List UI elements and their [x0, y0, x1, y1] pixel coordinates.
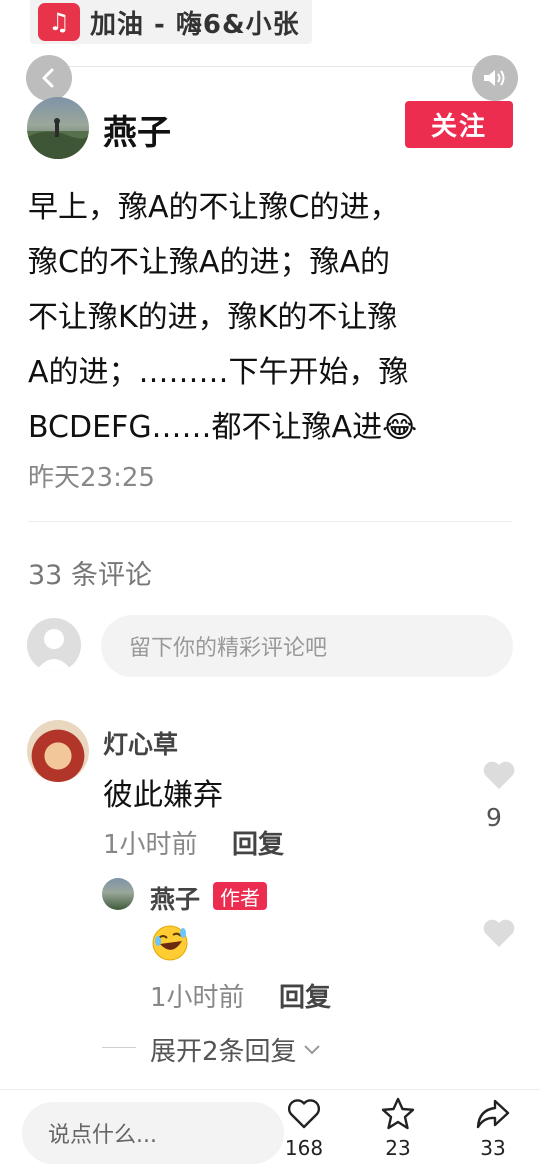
post-line: BCDEFG……都不让豫A进😂 — [28, 410, 418, 445]
music-title: 加油 - 嗨6&小张 — [90, 9, 300, 40]
reply-user-name[interactable]: 燕子 — [150, 880, 200, 916]
comment-reply-button[interactable]: 回复 — [232, 824, 284, 861]
comment-like-count: 9 — [486, 803, 502, 832]
music-note-icon: ♫ — [38, 3, 80, 41]
chevron-left-icon — [42, 68, 54, 88]
sound-button[interactable] — [472, 55, 518, 101]
comment-text: 彼此嫌弃 — [103, 778, 223, 813]
chevron-down-icon — [303, 1044, 320, 1054]
divider — [30, 66, 510, 67]
author-badge: 作者 — [213, 882, 267, 910]
author-avatar[interactable] — [27, 97, 89, 159]
avatar-image — [27, 118, 89, 159]
share-button[interactable]: 33 — [463, 1096, 523, 1160]
star-outline-icon — [381, 1097, 415, 1130]
share-count: 33 — [480, 1136, 506, 1160]
heart-icon[interactable] — [482, 918, 516, 948]
post-text: 早上，豫A的不让豫C的进， 豫C的不让豫A的进；豫A的 不让豫K的进，豫K的不让… — [28, 180, 488, 455]
heart-icon[interactable] — [482, 760, 516, 790]
like-count: 168 — [284, 1136, 324, 1160]
author-name[interactable]: 燕子 — [103, 105, 171, 154]
heart-outline-icon — [287, 1099, 321, 1129]
divider — [28, 521, 512, 522]
comment-time: 1小时前 — [103, 830, 198, 860]
rofl-emoji-icon — [152, 925, 188, 961]
post-line: 豫C的不让豫A的进；豫A的 — [28, 245, 390, 280]
reply-time: 1小时前 — [150, 983, 245, 1013]
comment-count: 33 条评论 — [28, 560, 152, 591]
current-user-avatar — [27, 618, 81, 672]
post-line: 早上，豫A的不让豫C的进， — [28, 190, 400, 225]
commenter-avatar[interactable] — [27, 720, 89, 782]
post-line: 不让豫K的进，豫K的不让豫 — [28, 300, 398, 335]
expand-replies-button[interactable]: 展开2条回复 — [150, 1031, 321, 1068]
reply-avatar[interactable] — [102, 878, 134, 910]
speaker-icon — [484, 70, 505, 86]
expand-label: 展开2条回复 — [150, 1037, 297, 1067]
post-line: A的进；………下午开始，豫 — [28, 355, 409, 390]
commenter-name[interactable]: 灯心草 — [103, 725, 178, 761]
back-button[interactable] — [26, 55, 72, 101]
post-timestamp: 昨天23:25 — [28, 463, 155, 493]
follow-button[interactable]: 关注 — [405, 101, 513, 148]
comment-input[interactable]: 留下你的精彩评论吧 — [101, 615, 513, 677]
music-banner[interactable]: ♫ 加油 - 嗨6&小张 — [30, 0, 312, 44]
divider — [0, 1089, 540, 1090]
share-arrow-icon — [476, 1099, 510, 1129]
favorite-button[interactable]: 23 — [368, 1096, 428, 1160]
expand-divider — [102, 1047, 136, 1048]
like-button[interactable]: 168 — [274, 1096, 334, 1160]
favorite-count: 23 — [385, 1136, 411, 1160]
reply-reply-button[interactable]: 回复 — [279, 977, 331, 1014]
default-avatar-icon — [35, 629, 73, 672]
bottom-comment-input[interactable]: 说点什么... — [22, 1102, 284, 1164]
